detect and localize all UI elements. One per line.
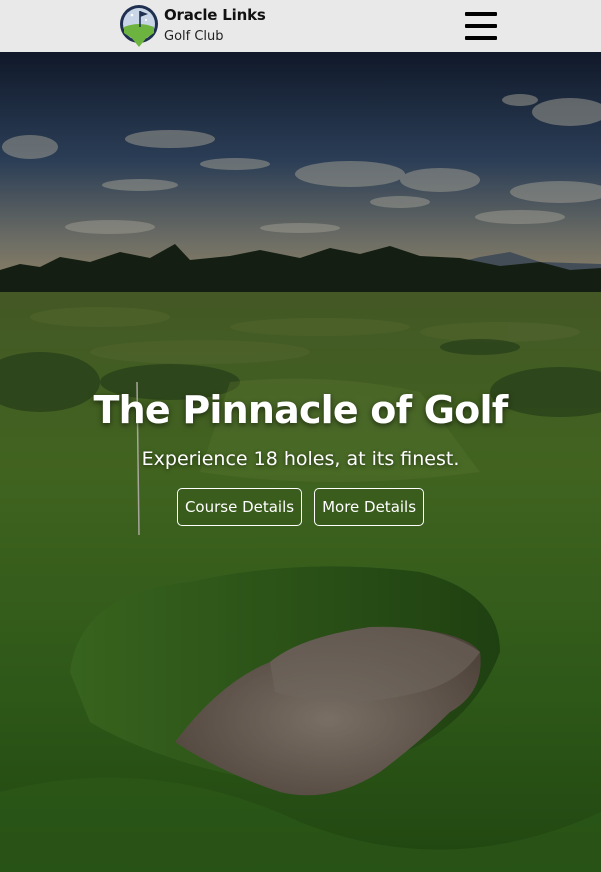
more-details-button[interactable]: More Details [314, 488, 425, 526]
hamburger-menu-button[interactable] [463, 12, 499, 40]
site-header: Oracle Links Golf Club [0, 0, 601, 52]
hero-section: The Pinnacle of Golf Experience 18 holes… [0, 52, 601, 872]
page: Oracle Links Golf Club The Pinnacle of G… [0, 0, 601, 872]
brand-home-link[interactable]: Oracle Links Golf Club [118, 3, 288, 49]
hamburger-menu-icon [465, 12, 497, 16]
hamburger-menu-icon [465, 24, 497, 28]
brand-subtitle: Golf Club [164, 29, 224, 44]
hero-title: The Pinnacle of Golf [93, 388, 509, 432]
golf-flag-logo-icon [120, 5, 158, 47]
hero-subtitle: Experience 18 holes, at its finest. [141, 448, 460, 470]
brand-name: Oracle Links [164, 6, 266, 24]
course-details-button[interactable]: Course Details [176, 488, 303, 526]
hero-button-group: Course Details More Details [0, 488, 601, 526]
hamburger-menu-icon [465, 36, 497, 40]
